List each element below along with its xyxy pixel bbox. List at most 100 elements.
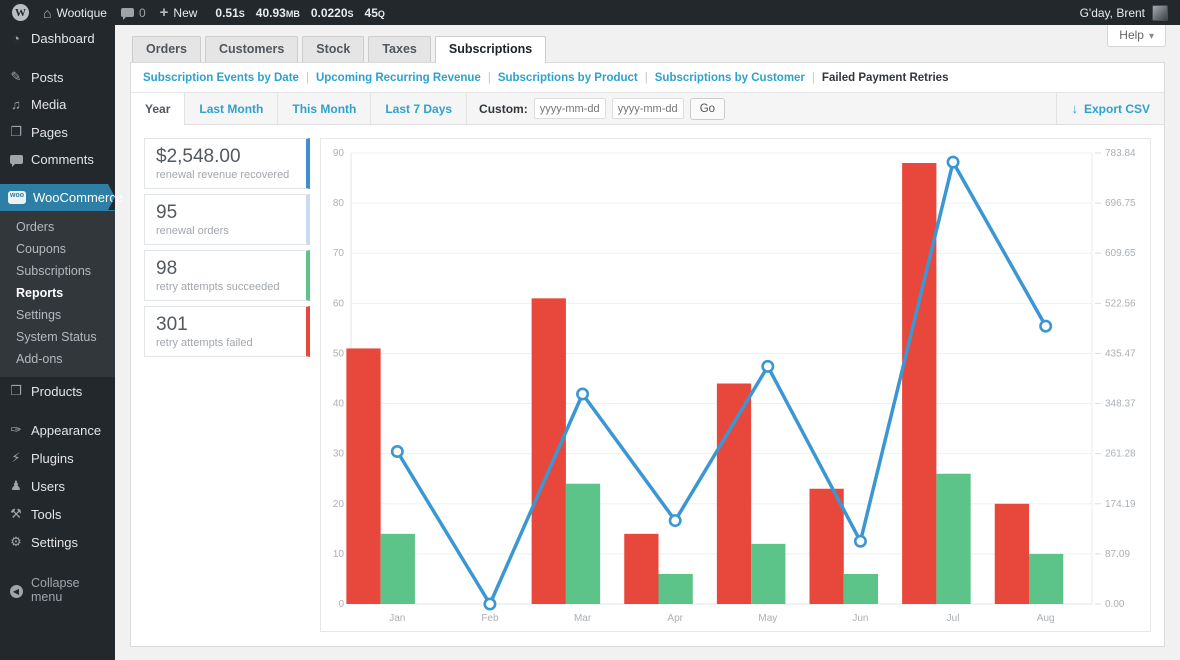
x-axis-label: Mar <box>574 613 592 624</box>
account-menu[interactable]: G'day, Brent <box>1080 5 1168 21</box>
submenu-item-orders[interactable]: Orders <box>0 216 115 238</box>
submenu-item-coupons[interactable]: Coupons <box>0 238 115 260</box>
sidebar-item-posts[interactable]: Posts <box>0 63 115 91</box>
site-name-menu[interactable]: Wootique <box>43 5 107 21</box>
tab-stock[interactable]: Stock <box>302 36 364 62</box>
revenue-point-Jun[interactable] <box>855 536 865 546</box>
report-subnav: Subscription Events by Date | Upcoming R… <box>131 63 1164 92</box>
stat-memory: 40.93MB <box>256 6 300 20</box>
revenue-point-Feb[interactable] <box>485 599 495 609</box>
collapse-icon <box>8 582 24 598</box>
link-subscriptions-by-customer[interactable]: Subscriptions by Customer <box>655 72 805 84</box>
sidebar-item-label: Comments <box>31 152 94 167</box>
stat-renewal-revenue-recovered[interactable]: $2,548.00 renewal revenue recovered <box>144 138 310 189</box>
stat-query-time: 0.0220s <box>311 6 354 20</box>
submenu-item-settings[interactable]: Settings <box>0 304 115 326</box>
bar-failed-Aug[interactable] <box>995 504 1029 604</box>
help-button[interactable]: Help <box>1107 24 1166 47</box>
sidebar-item-media[interactable]: Media <box>0 91 115 118</box>
bar-succeeded-Aug[interactable] <box>1029 554 1063 604</box>
collapse-menu-button[interactable]: Collapse menu <box>0 570 115 610</box>
bar-failed-Jan[interactable] <box>346 348 380 604</box>
sidebar-item-dashboard[interactable]: Dashboard <box>0 25 115 52</box>
summary-column: $2,548.00 renewal revenue recovered 95 r… <box>144 138 310 632</box>
retries-chart: 00.001087.0920174.1930261.2840348.375043… <box>320 138 1151 632</box>
revenue-point-Jul[interactable] <box>948 157 958 167</box>
media-icon <box>8 97 24 112</box>
revenue-point-Jan[interactable] <box>392 446 402 456</box>
link-separator: | <box>645 72 648 84</box>
stat-value: $2,548.00 <box>156 145 295 168</box>
revenue-point-May[interactable] <box>763 361 773 371</box>
sidebar-item-tools[interactable]: Tools <box>0 500 115 528</box>
x-axis-label: Jun <box>852 613 868 624</box>
sidebar-item-plugins[interactable]: Plugins <box>0 444 115 472</box>
sidebar-item-comments[interactable]: Comments <box>0 146 115 173</box>
submenu-item-subscriptions[interactable]: Subscriptions <box>0 260 115 282</box>
sidebar-item-woocommerce[interactable]: WooCommerce <box>0 184 115 211</box>
sidebar-item-appearance[interactable]: Appearance <box>0 416 115 444</box>
range-year[interactable]: Year <box>131 93 185 125</box>
sidebar-item-products[interactable]: Products <box>0 377 115 405</box>
submenu-item-system-status[interactable]: System Status <box>0 326 115 348</box>
tab-subscriptions[interactable]: Subscriptions <box>435 36 546 63</box>
stat-renewal-orders[interactable]: 95 renewal orders <box>144 194 310 245</box>
bar-failed-Apr[interactable] <box>624 534 658 604</box>
new-menu[interactable]: New <box>160 6 198 20</box>
date-range-bar: Year Last Month This Month Last 7 Days C… <box>131 92 1164 125</box>
stat-retry-attempts-succeeded[interactable]: 98 retry attempts succeeded <box>144 250 310 301</box>
bar-failed-Jul[interactable] <box>902 163 936 604</box>
bar-failed-Jun[interactable] <box>809 489 843 604</box>
tools-icon <box>8 506 24 522</box>
date-to-input[interactable] <box>612 98 684 119</box>
settings-icon <box>8 534 24 550</box>
link-subscriptions-by-product[interactable]: Subscriptions by Product <box>498 72 638 84</box>
tab-taxes[interactable]: Taxes <box>368 36 431 62</box>
bar-succeeded-Jul[interactable] <box>936 474 970 604</box>
sidebar-item-label: Users <box>31 479 65 494</box>
tab-orders[interactable]: Orders <box>132 36 201 62</box>
stat-label: renewal revenue recovered <box>156 169 295 181</box>
tab-customers[interactable]: Customers <box>205 36 298 62</box>
right-axis-tick-label: 696.75 <box>1105 198 1136 209</box>
range-this-month[interactable]: This Month <box>278 93 371 124</box>
submenu-item-reports[interactable]: Reports <box>0 282 115 304</box>
help-chevron-icon <box>1149 28 1154 42</box>
bar-failed-Mar[interactable] <box>532 298 566 604</box>
export-csv-label: Export CSV <box>1084 102 1150 116</box>
stat-label: renewal orders <box>156 225 295 237</box>
bar-failed-May[interactable] <box>717 384 751 604</box>
site-name: Wootique <box>56 6 106 20</box>
comments-shortcut[interactable]: 0 <box>121 6 146 20</box>
bar-succeeded-Mar[interactable] <box>566 484 600 604</box>
posts-icon <box>8 69 24 85</box>
sidebar-item-pages[interactable]: Pages <box>0 118 115 146</box>
pages-icon <box>8 124 24 140</box>
stat-value: 95 <box>156 201 295 224</box>
comments-icon <box>8 152 24 167</box>
bar-succeeded-Jun[interactable] <box>844 574 878 604</box>
wordpress-logo-icon[interactable]: W <box>12 4 29 21</box>
stat-retry-attempts-failed[interactable]: 301 retry attempts failed <box>144 306 310 357</box>
new-label: New <box>173 6 197 20</box>
left-axis-tick-label: 50 <box>333 348 345 359</box>
sidebar-item-users[interactable]: Users <box>0 472 115 500</box>
bar-succeeded-May[interactable] <box>751 544 785 604</box>
bar-succeeded-Jan[interactable] <box>381 534 415 604</box>
link-upcoming-recurring-revenue[interactable]: Upcoming Recurring Revenue <box>316 72 481 84</box>
revenue-point-Aug[interactable] <box>1040 321 1050 331</box>
submenu-item-addons[interactable]: Add-ons <box>0 348 115 370</box>
revenue-point-Mar[interactable] <box>577 389 587 399</box>
go-button[interactable]: Go <box>690 98 725 120</box>
bar-succeeded-Apr[interactable] <box>659 574 693 604</box>
link-failed-payment-retries[interactable]: Failed Payment Retries <box>822 72 949 84</box>
date-from-input[interactable] <box>534 98 606 119</box>
link-separator: | <box>488 72 491 84</box>
link-subscription-events-by-date[interactable]: Subscription Events by Date <box>143 72 299 84</box>
export-csv-button[interactable]: Export CSV <box>1056 93 1164 124</box>
revenue-point-Apr[interactable] <box>670 515 680 525</box>
sidebar-item-settings[interactable]: Settings <box>0 528 115 556</box>
range-last-7-days[interactable]: Last 7 Days <box>371 93 467 124</box>
greeting: G'day, Brent <box>1080 6 1145 20</box>
range-last-month[interactable]: Last Month <box>185 93 278 124</box>
